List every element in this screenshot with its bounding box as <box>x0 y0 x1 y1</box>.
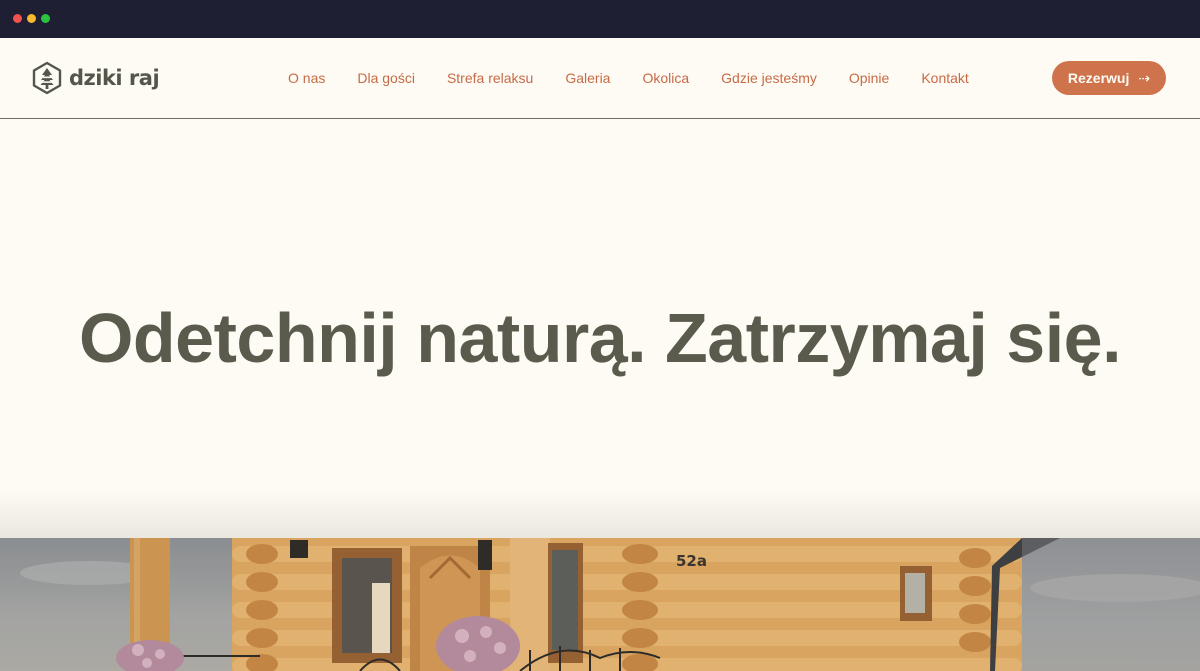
reserve-button[interactable]: Rezerwuj ⇢ <box>1052 61 1166 95</box>
nav-item-o-nas[interactable]: O nas <box>272 68 341 88</box>
hero-title: Odetchnij naturą. Zatrzymaj się. <box>78 299 1122 377</box>
brand-name: dziki raj <box>69 66 160 90</box>
page: dziki raj O nas Dla gości Strefa relaksu… <box>0 38 1200 671</box>
maximize-window-button[interactable] <box>41 14 50 23</box>
close-window-button[interactable] <box>13 14 22 23</box>
nav-item-kontakt[interactable]: Kontakt <box>905 68 984 88</box>
tree-house-icon <box>32 61 62 95</box>
site-header: dziki raj O nas Dla gości Strefa relaksu… <box>0 38 1200 119</box>
browser-titlebar <box>0 0 1200 38</box>
minimize-window-button[interactable] <box>27 14 36 23</box>
nav-item-opinie[interactable]: Opinie <box>833 68 905 88</box>
nav-item-galeria[interactable]: Galeria <box>549 68 626 88</box>
arrow-right-icon: ⇢ <box>1138 69 1151 86</box>
logo[interactable]: dziki raj <box>32 60 160 96</box>
nav-item-dla-gosci[interactable]: Dla gości <box>341 68 431 88</box>
main-nav: O nas Dla gości Strefa relaksu Galeria O… <box>272 68 985 88</box>
nav-item-gdzie-jestesmy[interactable]: Gdzie jesteśmy <box>705 68 833 88</box>
hero-fade <box>0 490 1200 538</box>
reserve-button-label: Rezerwuj <box>1067 70 1130 86</box>
hero-image: 52a <box>0 538 1200 671</box>
nav-item-strefa-relaksu[interactable]: Strefa relaksu <box>431 68 549 88</box>
nav-item-okolica[interactable]: Okolica <box>626 68 705 88</box>
